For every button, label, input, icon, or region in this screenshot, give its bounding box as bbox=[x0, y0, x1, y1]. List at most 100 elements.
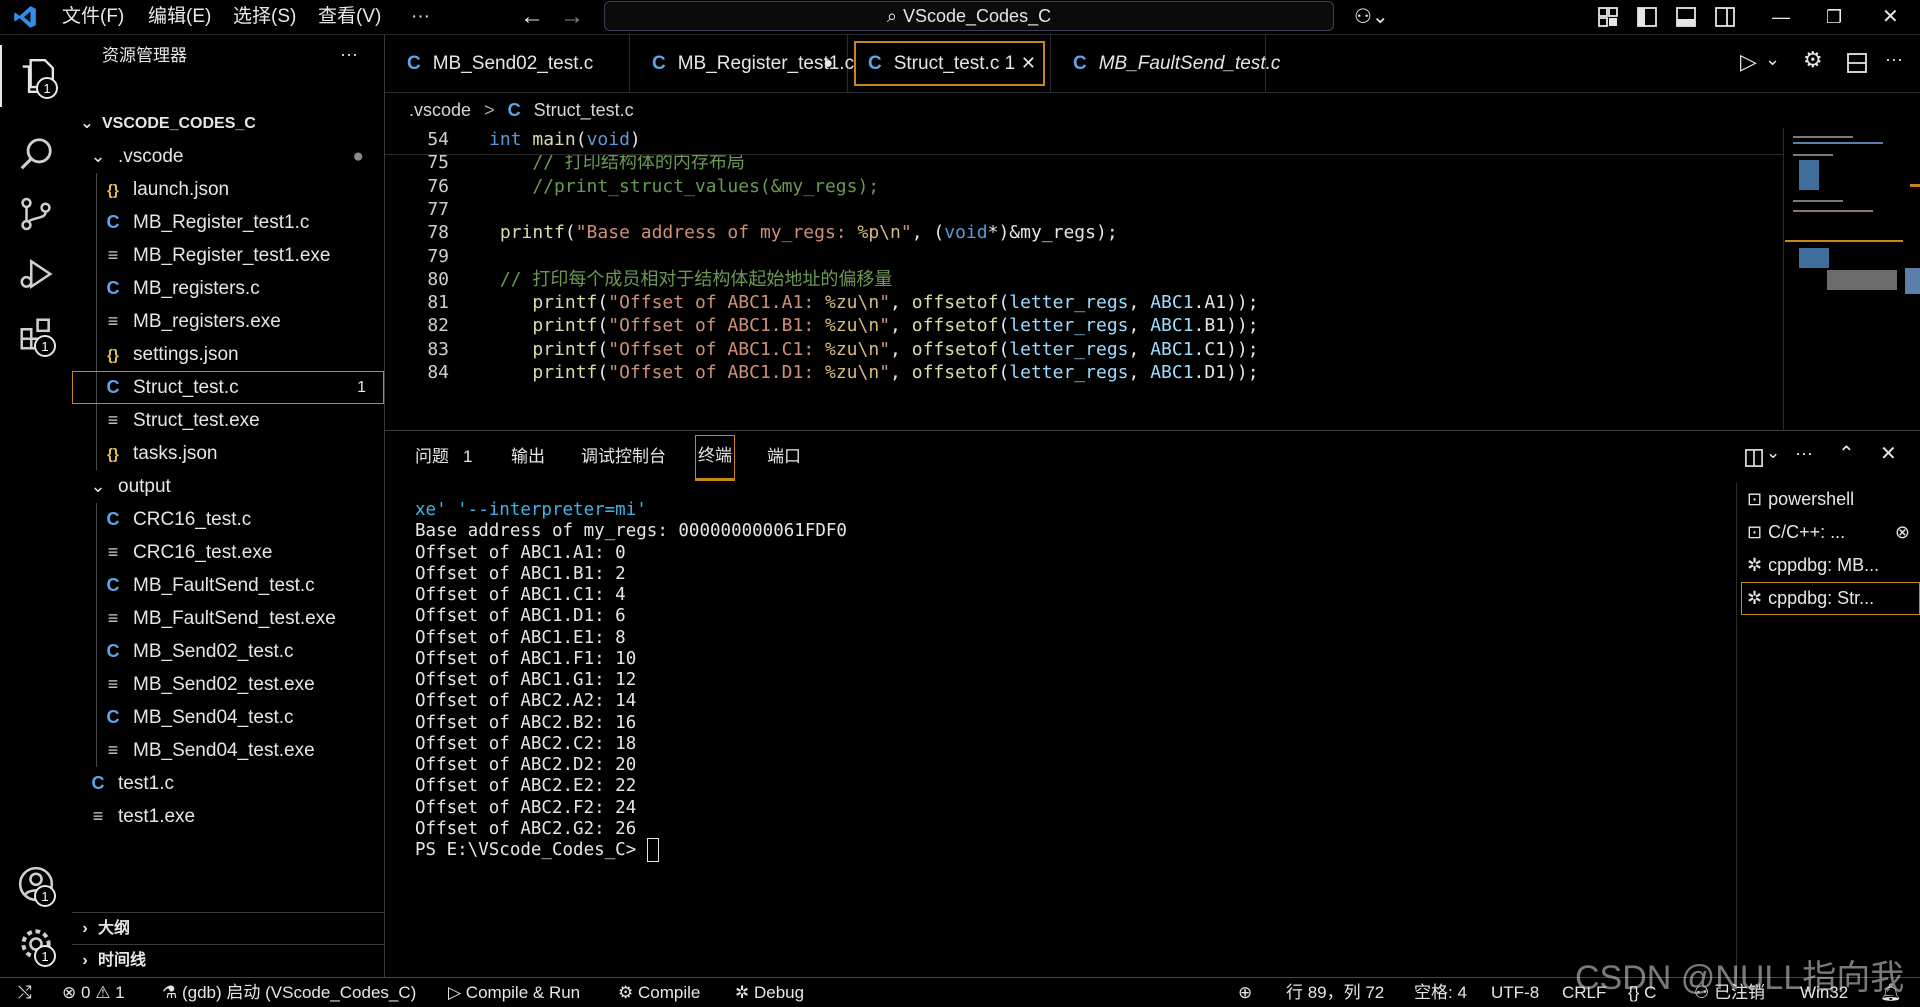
tab-mb-register-test1[interactable]: C MB_Register_test1.c ● bbox=[630, 35, 854, 92]
back-arrow-icon[interactable]: ← bbox=[520, 0, 544, 34]
toggle-secondary-sidebar-icon[interactable] bbox=[1715, 7, 1735, 27]
more-actions-icon[interactable]: ··· bbox=[1885, 49, 1903, 70]
play-icon: ▷ bbox=[448, 983, 466, 1002]
file-item[interactable]: C MB_registers.c bbox=[72, 272, 384, 305]
terminal[interactable]: xe' '--interpreter=mi' Base address of my… bbox=[385, 483, 1735, 978]
file-item[interactable]: C MB_FaultSend_test.c bbox=[72, 569, 384, 602]
file-item[interactable]: C CRC16_test.c bbox=[72, 503, 384, 536]
manage-button[interactable]: 1 bbox=[0, 913, 72, 975]
accounts-button[interactable]: 1 bbox=[0, 853, 72, 915]
editor-scrollbar[interactable] bbox=[1900, 128, 1920, 430]
file-item[interactable]: ≡ Struct_test.exe bbox=[72, 404, 384, 437]
file-item[interactable]: {} tasks.json bbox=[72, 437, 384, 470]
file-label: MB_registers.exe bbox=[133, 311, 281, 332]
unsaved-dot-icon[interactable]: ● bbox=[823, 35, 833, 92]
file-item[interactable]: C MB_Send04_test.c bbox=[72, 701, 384, 734]
debug-config-status[interactable]: ⚗ (gdb) 启动 (VScode_Codes_C) bbox=[162, 978, 416, 1007]
copilot-icon[interactable]: ⚇⌄ bbox=[1354, 0, 1389, 34]
menu-more[interactable]: ··· bbox=[411, 0, 430, 34]
command-center-search[interactable]: ⌕ VScode_Codes_C bbox=[604, 1, 1334, 31]
breadcrumb-folder[interactable]: .vscode bbox=[409, 100, 471, 120]
extensions-button[interactable]: 1 bbox=[0, 303, 72, 365]
compile-run-button[interactable]: ▷ Compile & Run bbox=[448, 978, 580, 1007]
kill-terminal-icon[interactable]: ⊗ bbox=[1895, 516, 1910, 549]
tab-debug-console[interactable]: 调试控制台 bbox=[581, 431, 666, 483]
terminal-item-cppdbg-struct[interactable]: ✲ cppdbg: Str... bbox=[1741, 582, 1920, 615]
terminal-item-powershell[interactable]: ⊡ powershell bbox=[1741, 483, 1920, 516]
debug-button[interactable]: ✲ Debug bbox=[735, 978, 804, 1007]
run-file-icon[interactable]: ▷ bbox=[1740, 49, 1757, 75]
indentation[interactable]: 空格: 4 bbox=[1414, 978, 1467, 1007]
breadcrumb-separator: > bbox=[484, 100, 495, 120]
code-editor[interactable]: 54 int main(void) 75 // 打印结构体的内存布局 76 //pri… bbox=[385, 128, 1920, 430]
file-item[interactable]: ≡ MB_Register_test1.exe bbox=[72, 239, 384, 272]
tab-ports[interactable]: 端口 bbox=[767, 431, 801, 483]
customize-layout-icon[interactable] bbox=[1598, 7, 1618, 27]
file-item[interactable]: C MB_Send02_test.c bbox=[72, 635, 384, 668]
tab-mb-send02[interactable]: C MB_Send02_test.c bbox=[385, 35, 630, 92]
maximize-icon[interactable]: ❐ bbox=[1826, 0, 1842, 34]
source-control-button[interactable] bbox=[0, 183, 72, 245]
minimize-icon[interactable]: — bbox=[1772, 0, 1790, 34]
tab-output[interactable]: 输出 bbox=[511, 431, 545, 483]
file-item[interactable]: ≡ MB_Send04_test.exe bbox=[72, 734, 384, 767]
run-options-chevron-icon[interactable]: ⌄ bbox=[1765, 49, 1780, 70]
encoding[interactable]: UTF-8 bbox=[1491, 978, 1539, 1007]
zoom-icon[interactable]: ⊕ bbox=[1238, 978, 1252, 1007]
menu-view[interactable]: 查看(V) bbox=[318, 0, 381, 34]
tab-problems[interactable]: 问题 1 bbox=[415, 431, 472, 483]
cursor-position[interactable]: 行 89，列 72 bbox=[1286, 978, 1384, 1007]
file-item[interactable]: ≡ MB_FaultSend_test.exe bbox=[72, 602, 384, 635]
explorer-more-button[interactable]: ··· bbox=[340, 35, 358, 77]
gear-icon[interactable]: ⚙ bbox=[1803, 47, 1823, 73]
file-item[interactable]: {} settings.json bbox=[72, 338, 384, 371]
compile-button[interactable]: ⚙ Compile bbox=[618, 978, 700, 1007]
file-item[interactable]: {} launch.json bbox=[72, 173, 384, 206]
search-view-button[interactable] bbox=[0, 123, 72, 185]
folder-item[interactable]: ⌄ output bbox=[72, 470, 384, 503]
toggle-sidebar-icon[interactable] bbox=[1637, 7, 1657, 27]
breadcrumb-file[interactable]: Struct_test.c bbox=[534, 100, 634, 120]
remote-icon[interactable]: ⤭ bbox=[18, 978, 32, 1007]
outline-section[interactable]: › 大纲 bbox=[72, 912, 384, 945]
terminal-item-cpp[interactable]: ⊡ C/C++: ... ⊗ bbox=[1741, 516, 1920, 549]
tab-struct-test[interactable]: C Struct_test.c 1 ✕ bbox=[848, 35, 1051, 92]
chevron-down-icon: ⌄ bbox=[80, 115, 94, 132]
maximize-panel-icon[interactable]: ⌃ bbox=[1838, 441, 1855, 466]
exe-file-icon: ≡ bbox=[107, 410, 119, 430]
folder-item[interactable]: ⌄ .vscode ● bbox=[72, 140, 384, 173]
debug-icon: ⚗ bbox=[162, 983, 182, 1002]
bug-icon: ✲ bbox=[735, 983, 754, 1002]
explorer-button[interactable]: 1 bbox=[0, 45, 72, 107]
terminal-text: Offset of ABC1.B1: 2 bbox=[415, 563, 626, 584]
breadcrumb: .vscode > C Struct_test.c bbox=[385, 92, 1920, 128]
tab-mb-faultsend[interactable]: C MB_FaultSend_test.c bbox=[1051, 35, 1280, 92]
file-item[interactable]: ≡ MB_registers.exe bbox=[72, 305, 384, 338]
file-item[interactable]: C Struct_test.c 1 bbox=[72, 371, 384, 404]
problems-status[interactable]: ⊗ 0 ⚠ 1 bbox=[62, 978, 125, 1007]
timeline-section[interactable]: › 时间线 bbox=[72, 944, 384, 977]
toggle-panel-icon[interactable] bbox=[1676, 7, 1696, 27]
terminal-dropdown-chevron-icon[interactable]: ⌄ bbox=[1766, 443, 1780, 463]
close-window-icon[interactable]: ✕ bbox=[1882, 0, 1899, 34]
menu-edit[interactable]: 编辑(E) bbox=[148, 0, 211, 34]
run-debug-button[interactable] bbox=[0, 243, 72, 305]
close-panel-icon[interactable]: ✕ bbox=[1880, 441, 1897, 466]
file-item[interactable]: Ctest1.c bbox=[72, 767, 384, 800]
terminal-item-cppdbg-mb[interactable]: ✲ cppdbg: MB... bbox=[1741, 549, 1920, 582]
split-editor-icon[interactable] bbox=[1847, 53, 1867, 73]
split-terminal-icon[interactable] bbox=[1745, 449, 1763, 467]
forward-arrow-icon[interactable]: → bbox=[560, 0, 584, 34]
file-item[interactable]: ≡ MB_Send02_test.exe bbox=[72, 668, 384, 701]
panel-more-icon[interactable]: ··· bbox=[1795, 443, 1813, 464]
workspace-root[interactable]: ⌄ VSCODE_CODES_C bbox=[72, 108, 384, 140]
terminal-item-label: cppdbg: MB... bbox=[1768, 555, 1880, 575]
file-item[interactable]: ≡ CRC16_test.exe bbox=[72, 536, 384, 569]
file-item[interactable]: ≡ test1.exe bbox=[72, 800, 384, 833]
tab-terminal[interactable]: 终端 bbox=[695, 435, 735, 481]
minimap[interactable] bbox=[1785, 130, 1905, 290]
file-item[interactable]: C MB_Register_test1.c bbox=[72, 206, 384, 239]
menu-selection[interactable]: 选择(S) bbox=[233, 0, 296, 34]
close-tab-icon[interactable]: ✕ bbox=[1021, 35, 1036, 92]
menu-file[interactable]: 文件(F) bbox=[62, 0, 124, 34]
